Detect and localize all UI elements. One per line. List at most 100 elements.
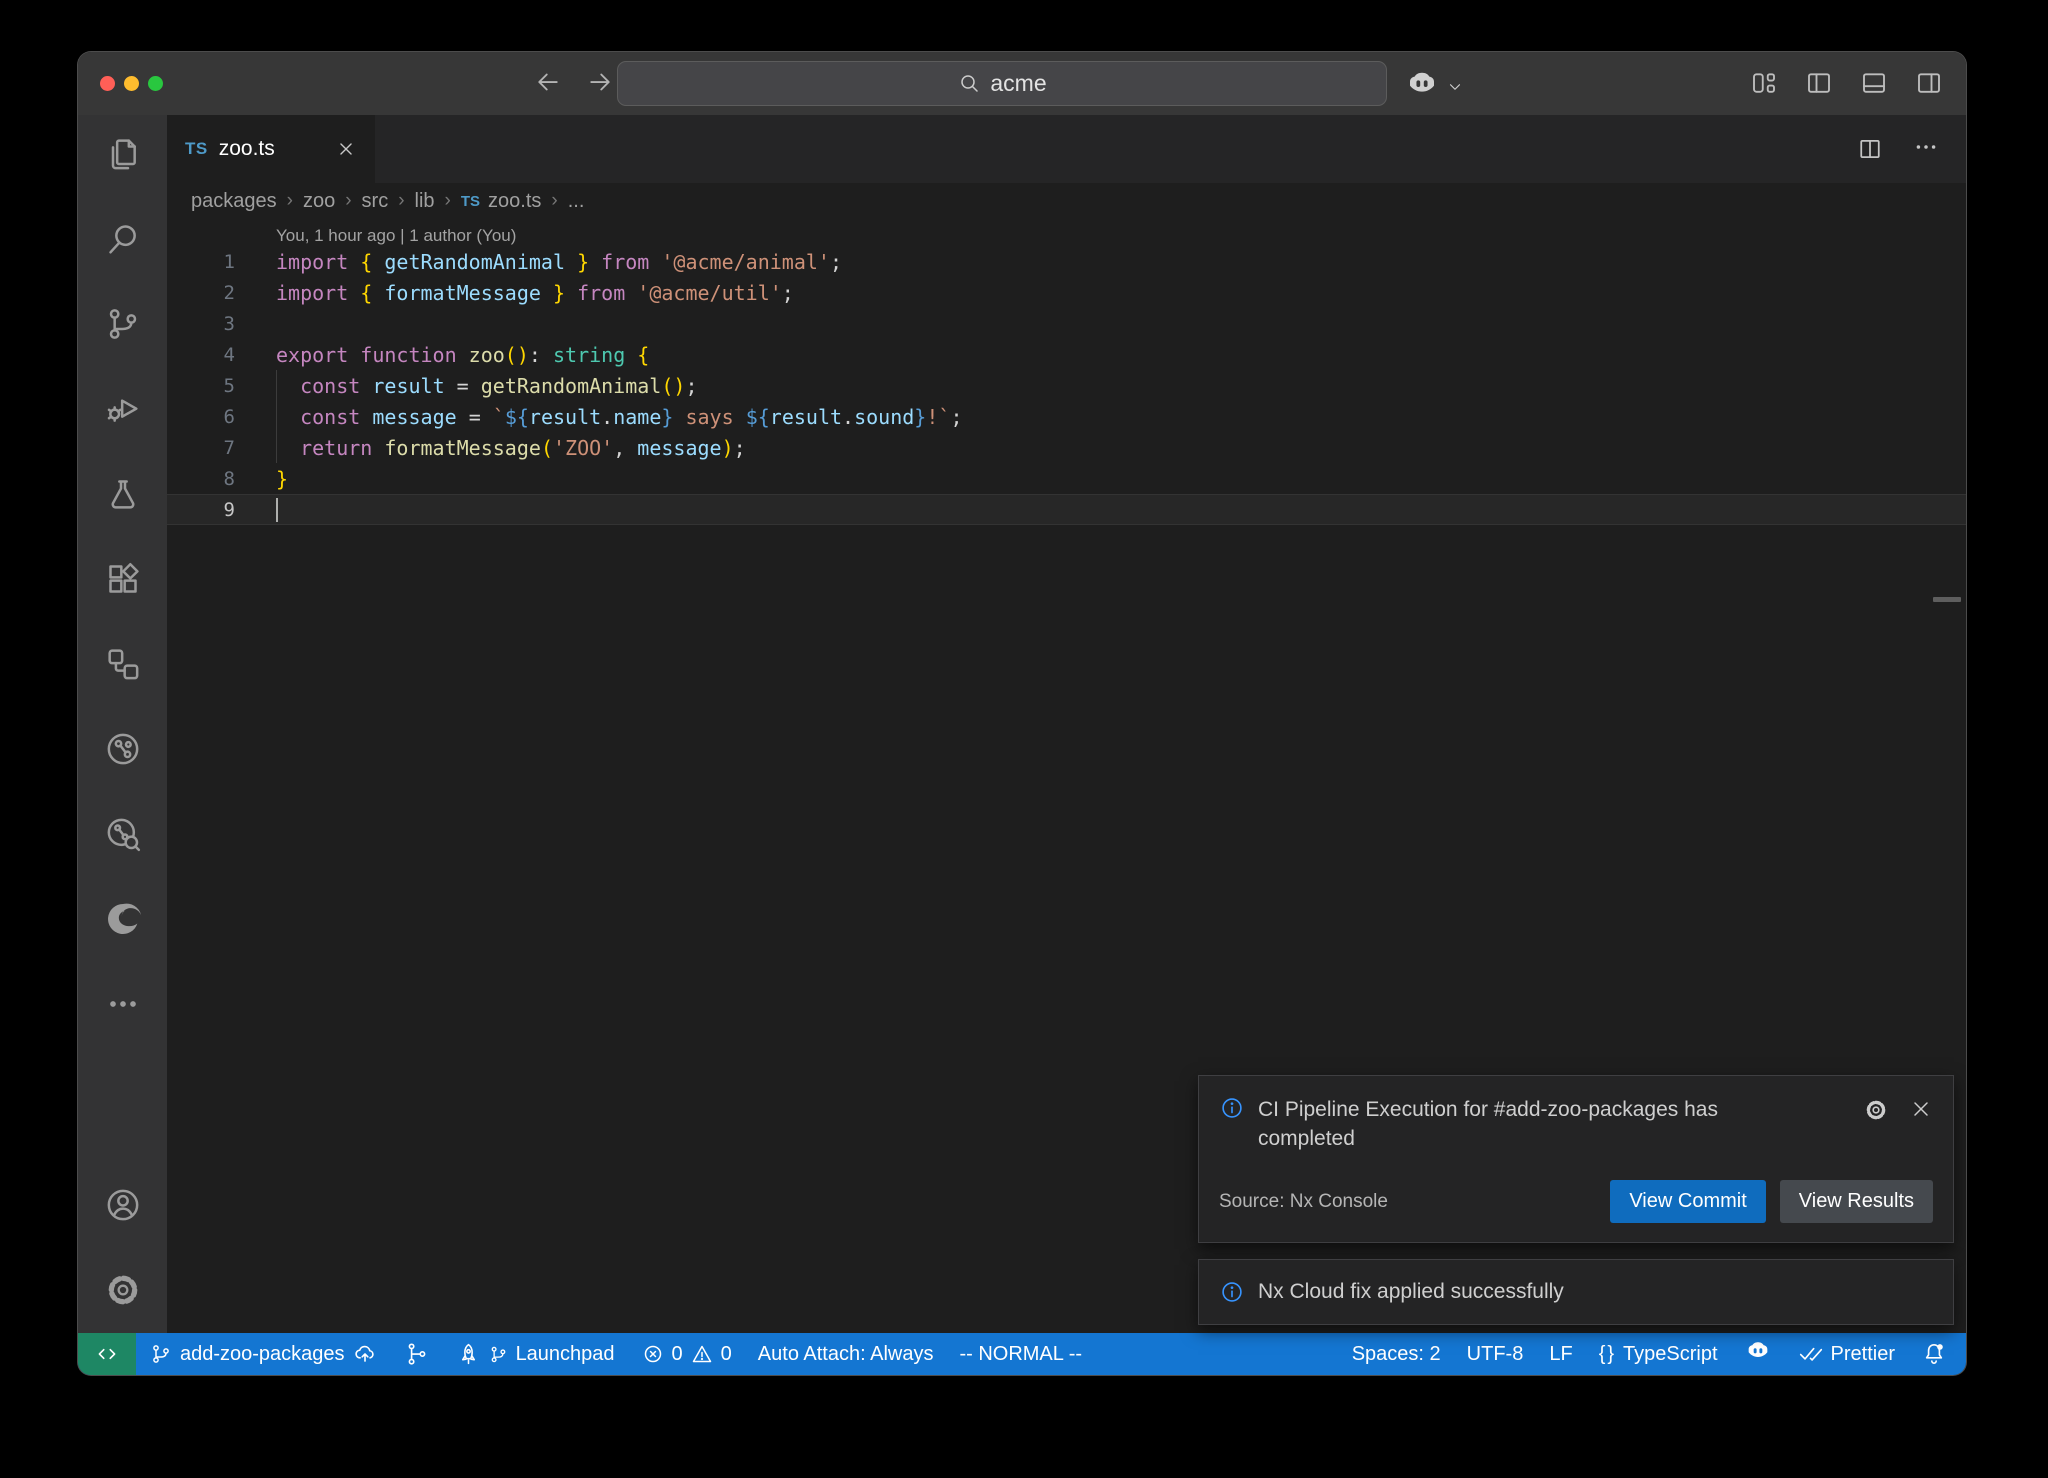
view-results-button[interactable]: View Results [1780,1180,1933,1223]
code-line-2[interactable]: 2import { formatMessage } from '@acme/ut… [167,277,1966,308]
commit-graph-icon [404,1341,430,1367]
code-line-8[interactable]: 8} [167,463,1966,494]
tab-close-icon[interactable] [335,138,357,160]
search-query: acme [990,70,1046,97]
line-number: 6 [167,406,235,428]
breadcrumb: packages› zoo› src› lib› TS zoo.ts › ... [167,183,1966,219]
code-line-5[interactable]: 5 const result = getRandomAnimal(); [167,370,1966,401]
line-number: 8 [167,468,235,490]
remote-indicator[interactable] [78,1333,136,1375]
remote-icon [94,1341,120,1367]
overview-ruler-mark [1933,597,1961,602]
nx-console-icon[interactable] [99,640,147,688]
breadcrumb-item[interactable]: zoo [303,190,335,213]
gitlens-icon[interactable] [99,725,147,773]
breadcrumb-symbol-tail[interactable]: ... [568,190,585,213]
line-number: 4 [167,344,235,366]
notifications-bell[interactable] [1908,1333,1960,1375]
formatter-status[interactable]: Prettier [1785,1333,1908,1375]
git-branch-status[interactable]: add-zoo-packages [136,1333,391,1375]
toggle-primary-sidebar-icon[interactable] [1804,68,1834,98]
more-views-icon[interactable] [99,980,147,1028]
source-control-icon[interactable] [99,300,147,348]
search-icon[interactable] [99,215,147,263]
split-editor-icon[interactable] [1856,135,1884,163]
breadcrumb-item[interactable]: src [362,190,389,213]
view-commit-button[interactable]: View Commit [1610,1180,1765,1223]
breadcrumb-item[interactable]: packages [191,190,277,213]
command-center-search[interactable]: acme [617,61,1387,106]
code-line-9[interactable]: 9 [167,494,1966,525]
code-line-3[interactable]: 3 [167,308,1966,339]
back-arrow-icon[interactable] [533,67,563,97]
toggle-panel-icon[interactable] [1859,68,1889,98]
line-number: 9 [167,499,235,521]
chevron-down-icon [1446,78,1464,96]
commit-graph-status[interactable] [391,1333,443,1375]
close-button[interactable] [100,76,115,91]
vim-mode-status[interactable]: -- NORMAL -- [946,1333,1095,1375]
language-status[interactable]: {} TypeScript [1586,1333,1731,1375]
tab-zoo-ts[interactable]: TS zoo.ts [167,115,375,183]
gitlens-inspect-icon[interactable] [99,810,147,858]
code-line-4[interactable]: 4export function zoo(): string { [167,339,1966,370]
cloud-upload-icon [352,1341,378,1367]
encoding-status[interactable]: UTF-8 [1454,1333,1537,1375]
window-controls [100,76,163,91]
tab-label: zoo.ts [219,137,275,161]
edge-tools-icon[interactable] [99,895,147,943]
copilot-menu[interactable] [1404,66,1464,107]
search-icon [957,72,981,96]
notification-source: Source: Nx Console [1219,1191,1388,1213]
rocket-icon [456,1342,481,1367]
problems-status[interactable]: 0 0 [628,1333,745,1375]
run-and-debug-icon[interactable] [99,385,147,433]
copilot-status[interactable] [1731,1333,1785,1375]
zoom-button[interactable] [148,76,163,91]
code-line-6[interactable]: 6 const message = `${result.name} says $… [167,401,1966,432]
gitlens-blame-annotation: You, 1 hour ago | 1 author (You) [167,219,1966,246]
more-actions-icon[interactable] [1912,133,1940,166]
extensions-icon[interactable] [99,555,147,603]
notification-close-icon[interactable] [1909,1097,1933,1123]
auto-attach-status[interactable]: Auto Attach: Always [745,1333,947,1375]
line-number: 5 [167,375,235,397]
braces-icon: {} [1599,1343,1616,1366]
line-number: 7 [167,437,235,459]
text-cursor [276,498,278,522]
account-icon[interactable] [99,1181,147,1229]
line-number: 2 [167,282,235,304]
breadcrumb-item[interactable]: lib [415,190,435,213]
info-icon [1219,1095,1245,1121]
typescript-file-icon: TS [461,193,480,210]
eol-status[interactable]: LF [1536,1333,1585,1375]
breadcrumb-file[interactable]: TS zoo.ts [461,190,542,213]
toggle-secondary-sidebar-icon[interactable] [1914,68,1944,98]
indentation-status[interactable]: Spaces: 2 [1339,1333,1454,1375]
copilot-icon [1744,1337,1772,1371]
activity-bar [78,115,167,1333]
launchpad-status[interactable]: Launchpad [443,1333,628,1375]
explorer-icon[interactable] [99,130,147,178]
settings-gear-icon[interactable] [99,1266,147,1314]
notification-message: CI Pipeline Execution for #add-zoo-packa… [1258,1095,1778,1155]
testing-icon[interactable] [99,470,147,518]
tab-bar: TS zoo.ts [167,115,1966,183]
status-bar: add-zoo-packages Launchpad 0 0 Auto Atta… [78,1333,1966,1375]
git-branch-icon [488,1344,509,1365]
titlebar: acme [78,52,1966,115]
customize-layout-icon[interactable] [1749,68,1779,98]
error-icon [641,1342,665,1366]
line-number: 1 [167,251,235,273]
bell-icon [1921,1341,1947,1367]
code-line-7[interactable]: 7 return formatMessage('ZOO', message); [167,432,1966,463]
forward-arrow-icon[interactable] [585,67,615,97]
double-check-icon [1798,1341,1824,1367]
typescript-file-icon: TS [185,139,208,159]
code-line-1[interactable]: 1import { getRandomAnimal } from '@acme/… [167,246,1966,277]
git-branch-icon [149,1342,173,1366]
notification-toast: CI Pipeline Execution for #add-zoo-packa… [1198,1075,1954,1244]
minimize-button[interactable] [124,76,139,91]
notification-settings-gear-icon[interactable] [1863,1097,1889,1123]
notification-toast: Nx Cloud fix applied successfully [1198,1259,1954,1325]
